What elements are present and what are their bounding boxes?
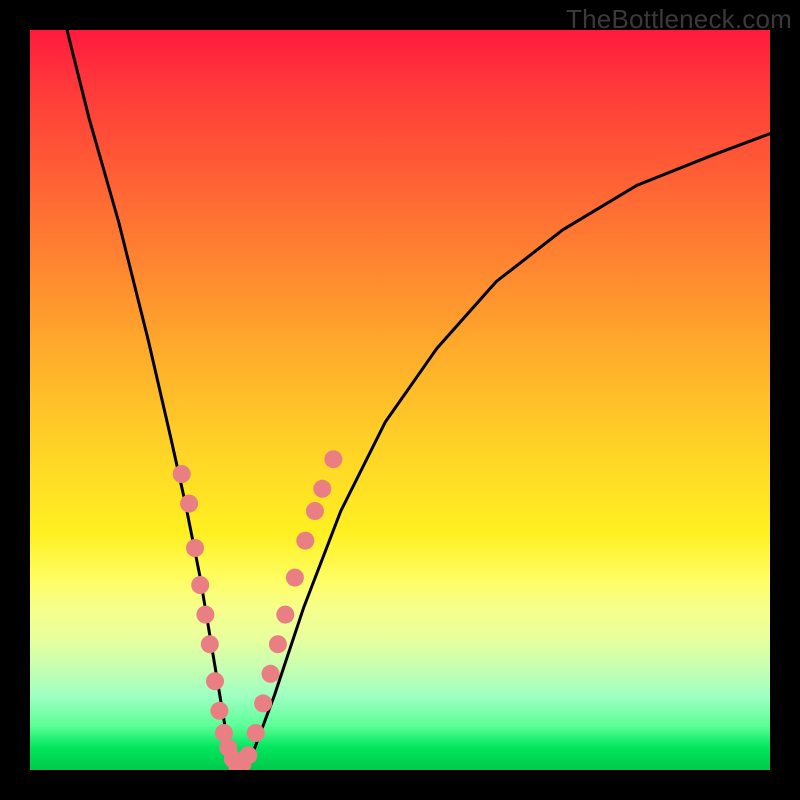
data-marker	[306, 502, 324, 520]
data-marker	[173, 465, 191, 483]
data-marker	[180, 495, 198, 513]
chart-outer-frame: TheBottleneck.com	[0, 0, 800, 800]
data-marker	[210, 702, 228, 720]
chart-plot-area	[30, 30, 770, 770]
data-marker	[196, 606, 214, 624]
watermark-text: TheBottleneck.com	[566, 4, 792, 35]
data-marker	[186, 539, 204, 557]
data-marker	[276, 606, 294, 624]
data-marker	[201, 635, 219, 653]
data-marker	[286, 569, 304, 587]
data-marker	[247, 724, 265, 742]
data-marker	[324, 450, 342, 468]
data-markers	[173, 450, 343, 770]
data-marker	[313, 480, 331, 498]
data-marker	[254, 694, 272, 712]
data-marker	[269, 635, 287, 653]
data-marker	[206, 672, 224, 690]
data-marker	[296, 532, 314, 550]
data-marker	[239, 746, 257, 764]
bottleneck-curve	[67, 30, 770, 770]
data-marker	[262, 665, 280, 683]
chart-svg	[30, 30, 770, 770]
data-marker	[191, 576, 209, 594]
